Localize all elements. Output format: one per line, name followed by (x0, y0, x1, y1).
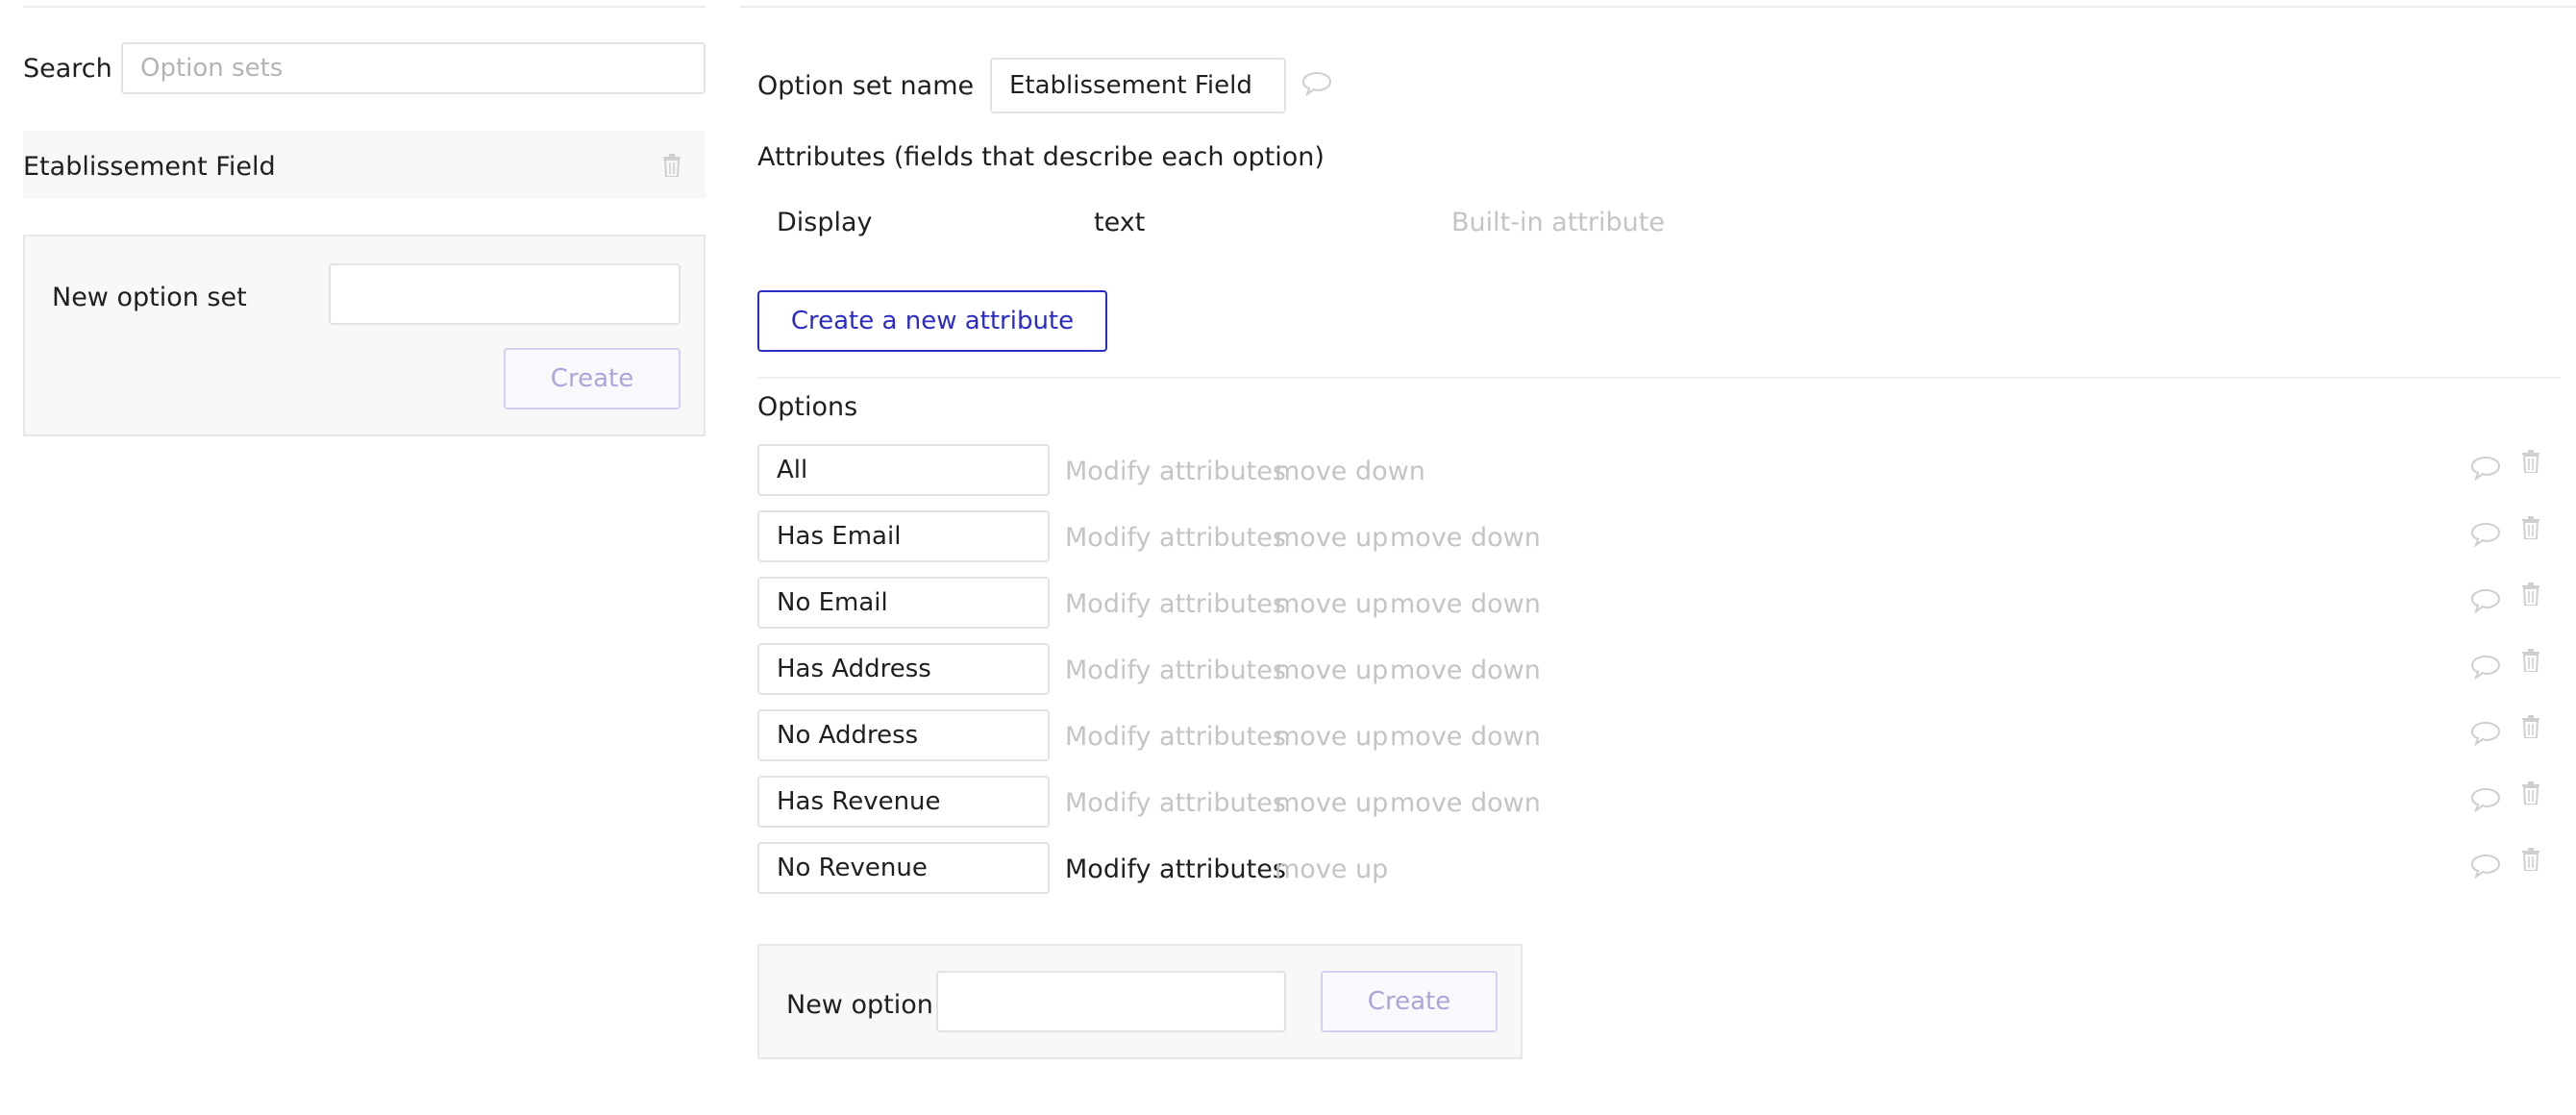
option-set-name-label: Option set name (757, 71, 975, 101)
option-value-input[interactable] (757, 444, 1050, 496)
modify-attributes-link[interactable]: Modify attributes (1065, 657, 1286, 683)
search-input[interactable] (121, 42, 706, 94)
modify-attributes-link[interactable]: Modify attributes (1065, 458, 1286, 484)
trash-icon[interactable] (2522, 715, 2539, 738)
comment-icon[interactable] (2470, 456, 2501, 481)
comment-icon[interactable] (2470, 655, 2501, 680)
attribute-builtin-note: Built-in attribute (1451, 208, 1665, 237)
option-value-input[interactable] (757, 776, 1050, 828)
create-attribute-button[interactable]: Create a new attribute (757, 290, 1107, 352)
trash-icon[interactable] (2522, 450, 2539, 473)
new-option-panel: New option Create (757, 944, 1523, 1059)
options-heading: Options (757, 392, 858, 422)
modify-attributes-link[interactable]: Modify attributes (1065, 724, 1286, 750)
new-option-set-label: New option set (52, 283, 247, 312)
move-down-link[interactable]: move down (1390, 657, 1541, 683)
option-value-input[interactable] (757, 842, 1050, 894)
option-value-input[interactable] (757, 643, 1050, 695)
option-value-input[interactable] (757, 709, 1050, 761)
attribute-type: text (1094, 208, 1146, 237)
option-value-input[interactable] (757, 510, 1050, 562)
move-down-link[interactable]: move down (1390, 525, 1541, 551)
comment-icon[interactable] (2470, 588, 2501, 613)
move-up-link[interactable]: move up (1275, 856, 1388, 882)
move-up-link[interactable]: move up (1275, 525, 1388, 551)
new-option-set-input[interactable] (329, 263, 681, 325)
modify-attributes-link[interactable]: Modify attributes (1065, 525, 1286, 551)
attributes-heading: Attributes (fields that describe each op… (757, 142, 1325, 172)
new-option-input[interactable] (936, 971, 1286, 1032)
option-set-name-input[interactable] (990, 58, 1286, 113)
move-down-link[interactable]: move down (1390, 790, 1541, 816)
move-up-link[interactable]: move up (1275, 790, 1388, 816)
trash-icon[interactable] (2522, 582, 2539, 606)
attribute-name: Display (777, 208, 873, 237)
right-top-divider (740, 6, 2576, 8)
comment-icon[interactable] (2470, 854, 2501, 879)
option-set-item-label: Etablissement Field (23, 152, 276, 182)
search-label: Search (23, 54, 112, 84)
create-option-button[interactable]: Create (1321, 971, 1498, 1032)
comment-icon[interactable] (2470, 721, 2501, 746)
modify-attributes-link[interactable]: Modify attributes (1065, 790, 1286, 816)
option-value-input[interactable] (757, 577, 1050, 629)
new-option-set-panel: New option set Create (23, 235, 706, 436)
trash-icon[interactable] (663, 154, 681, 177)
comment-icon[interactable] (1301, 71, 1332, 96)
trash-icon[interactable] (2522, 649, 2539, 672)
modify-attributes-link[interactable]: Modify attributes (1065, 856, 1286, 882)
move-down-link[interactable]: move down (1390, 724, 1541, 750)
move-up-link[interactable]: move up (1275, 657, 1388, 683)
trash-icon[interactable] (2522, 781, 2539, 805)
modify-attributes-link[interactable]: Modify attributes (1065, 591, 1286, 617)
create-option-set-button[interactable]: Create (504, 348, 681, 409)
option-set-item[interactable]: Etablissement Field (23, 131, 706, 198)
comment-icon[interactable] (2470, 522, 2501, 547)
move-down-link[interactable]: move down (1390, 591, 1541, 617)
move-up-link[interactable]: move up (1275, 591, 1388, 617)
comment-icon[interactable] (2470, 787, 2501, 812)
trash-icon[interactable] (2522, 516, 2539, 539)
trash-icon[interactable] (2522, 848, 2539, 871)
new-option-label: New option (786, 990, 933, 1020)
move-down-link[interactable]: move down (1275, 458, 1425, 484)
move-up-link[interactable]: move up (1275, 724, 1388, 750)
section-divider (757, 377, 2561, 379)
left-top-divider (23, 6, 706, 8)
